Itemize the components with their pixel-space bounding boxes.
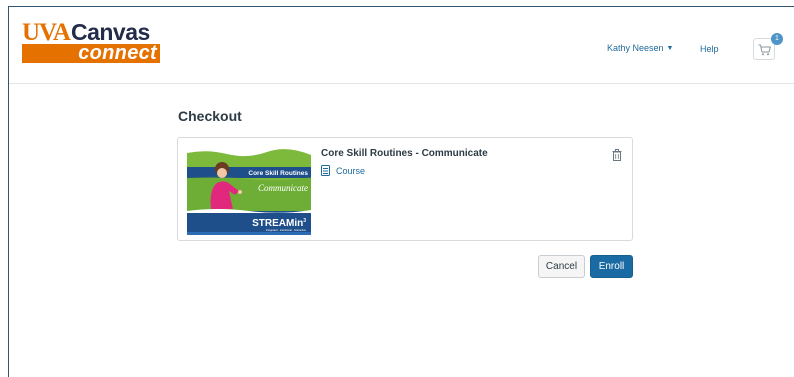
cart-button[interactable]: 1: [753, 33, 783, 60]
caret-down-icon: ▼: [666, 44, 674, 52]
page-title: Checkout: [178, 108, 242, 124]
uva-canvas-connect-logo[interactable]: UVACanvas connect: [22, 19, 160, 64]
logo-connect-text: connect: [78, 42, 157, 64]
app-frame: UVACanvas connect Kathy Neesen ▼ Help 1 …: [8, 6, 794, 377]
trash-icon: [612, 149, 622, 161]
thumbnail-brand-superscript: 3: [303, 218, 306, 224]
cancel-button[interactable]: Cancel: [538, 255, 585, 278]
global-header: UVACanvas connect Kathy Neesen ▼ Help 1: [9, 7, 794, 84]
user-menu-dropdown[interactable]: Kathy Neesen ▼: [607, 43, 673, 53]
thumbnail-tagline: Integrated · Intentional · Interactive: [266, 228, 307, 232]
logo-wordmark: UVACanvas: [22, 19, 150, 46]
course-title: Core Skill Routines - Communicate: [321, 148, 488, 159]
shopping-cart-icon: [758, 44, 771, 56]
course-icon: [321, 165, 330, 176]
course-type: Course: [321, 165, 365, 176]
user-name: Kathy Neesen: [607, 43, 664, 53]
course-type-label: Course: [336, 165, 366, 176]
remove-item-button[interactable]: [612, 148, 622, 166]
enroll-button[interactable]: Enroll: [590, 255, 633, 278]
logo-connect-bar: connect: [22, 42, 160, 64]
thumbnail-subtitle: Communicate: [258, 183, 308, 193]
course-thumbnail[interactable]: Core Skill Routines Communicate STREAMin…: [187, 149, 311, 235]
logo-uva-text: UVA: [22, 19, 71, 46]
thumbnail-brand: STREAMin: [252, 218, 303, 229]
cart-count-badge: 1: [771, 33, 783, 45]
course-thumbnail-image: Core Skill Routines Communicate STREAMin…: [187, 149, 311, 235]
svg-text:STREAMin3: STREAMin3: [252, 218, 306, 229]
cart-item-card: Core Skill Routines Communicate STREAMin…: [177, 137, 633, 241]
help-link[interactable]: Help: [700, 44, 719, 54]
thumbnail-title: Core Skill Routines: [248, 170, 308, 177]
